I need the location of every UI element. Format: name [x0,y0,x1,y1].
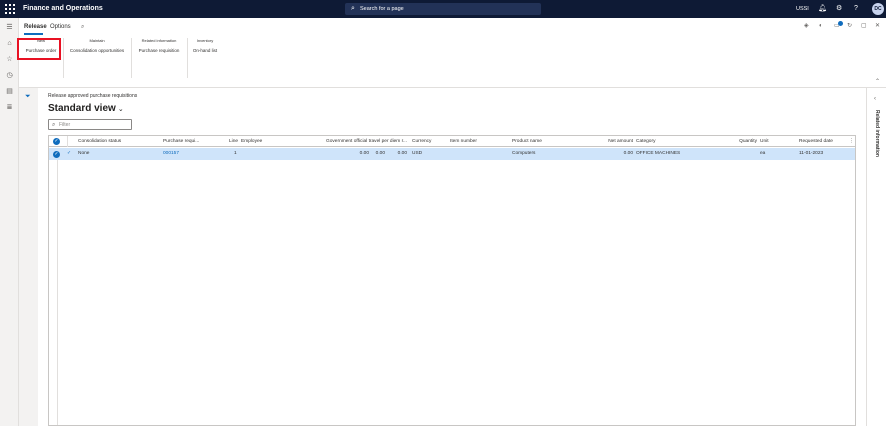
office-icon[interactable]: ◐ [819,22,823,31]
tab-release[interactable]: Release [24,23,47,31]
column-header-line[interactable]: Line [229,136,238,147]
cell-currency: USD [412,151,423,156]
modules-list-icon[interactable]: ≣ [5,103,14,112]
view-selector[interactable]: Standard view ⌄ [48,102,124,116]
cell-govt-value-a: 0.00 [359,151,369,156]
search-icon: ⌕ [351,5,355,12]
group-title-inventory: Inventory [196,38,214,43]
cell-consolidation-status: None [78,151,90,156]
action-pane: Release Options ⌕ New Purchase order Mai… [17,18,886,88]
column-header-employee[interactable]: Employee [241,136,262,147]
highlight-box [17,38,61,60]
column-header-currency[interactable]: Currency [412,136,431,147]
consolidation-opportunities-button[interactable]: Consolidation opportunities [67,47,127,54]
cell-govt-value-c: 0.00 [397,151,407,156]
search-icon: ⌕ [52,122,56,128]
app-title[interactable]: Finance and Operations [23,4,103,14]
notification-badge [838,21,843,26]
action-search-icon[interactable]: ⌕ [81,23,84,31]
on-hand-list-button[interactable]: On-hand list [191,47,219,54]
requisitions-grid: ✓ Consolidation status Purchase requi...… [48,135,856,426]
purchase-requisition-button[interactable]: Purchase requisition [135,47,183,54]
cell-purchase-requisition-link[interactable]: 000157 [163,148,179,160]
select-all-checkbox[interactable]: ✓ [53,138,60,145]
group-divider [187,38,188,78]
home-icon[interactable]: ⌂ [5,39,14,48]
group-title-related-information: Related information [141,38,177,43]
related-information-panel[interactable]: ‹ Related information [866,88,886,426]
company-picker[interactable]: USSI [796,5,809,13]
chevron-down-icon: ⌄ [117,106,124,113]
group-maintain: Maintain Consolidation opportunities [67,38,127,78]
chevron-left-icon[interactable]: ‹ [874,95,876,103]
column-header-item-number[interactable]: Item number [450,136,477,147]
app-launcher-icon[interactable] [5,4,15,14]
column-header-government-per-diem[interactable]: Government official travel per diem r... [326,136,407,147]
column-divider [57,160,58,425]
top-nav-bar: Finance and Operations ⌕ Search for a pa… [0,0,886,18]
column-header-consolidation-status[interactable]: Consolidation status [78,136,121,147]
related-information-label: Related information [874,110,880,157]
group-related-information: Related information Purchase requisition [135,38,183,78]
group-divider [131,38,132,78]
column-header-product-name[interactable]: Product name [512,136,542,147]
cell-net-amount: 0.00 [623,151,633,156]
search-placeholder: Search for a page [360,6,404,12]
table-row[interactable]: ✓ ✓ None 000157 1 0.00 0.00 0.00 USD Com… [49,148,855,160]
global-search-box[interactable]: ⌕ Search for a page [345,3,541,15]
diamond-icon[interactable]: ◈ [804,22,809,31]
column-header-net-amount[interactable]: Net amount [597,136,633,147]
row-select-checkbox[interactable]: ✓ [53,150,60,158]
tab-options[interactable]: Options [50,23,71,31]
group-inventory: Inventory On-hand list [191,38,219,78]
popout-icon[interactable]: ▢ [861,22,867,31]
row-check-mark: ✓ [67,151,72,156]
group-title-maintain: Maintain [89,38,105,43]
star-icon[interactable]: ☆ [5,55,14,64]
more-options-icon[interactable]: ⋮ [849,138,854,145]
group-divider [63,38,64,78]
refresh-icon[interactable]: ↻ [847,22,852,31]
workspaces-icon[interactable]: ▤ [5,87,14,96]
page-title: Standard view [48,103,116,114]
bell-icon[interactable]: 🔔︎ [818,4,827,14]
collapse-chevron-icon[interactable]: ⌃ [875,79,880,85]
column-header-unit[interactable]: Unit [760,136,769,147]
column-header-category[interactable]: Category [636,136,655,147]
cell-unit: ea [760,151,766,156]
filter-input[interactable] [59,121,129,129]
hamburger-menu-icon[interactable]: ☰ [5,23,14,32]
cell-requested-date: 11-01-2023 [799,151,824,156]
clock-icon[interactable]: ◷ [5,71,14,80]
page-caption: Release approved purchase requisitions [48,93,138,99]
active-tab-indicator [24,33,43,35]
left-nav-rail: ☰ ⌂ ☆ ◷ ▤ ≣ [0,18,19,426]
cell-govt-value-b: 0.00 [375,151,385,156]
column-divider [67,136,68,147]
help-icon[interactable]: ? [854,4,858,14]
column-header-purchase-requisition[interactable]: Purchase requi... [163,136,199,147]
avatar[interactable]: DC [872,3,884,15]
column-header-requested-date[interactable]: Requested date [799,136,833,147]
cell-category: OFFICE MACHINES [636,151,681,156]
column-header-quantity[interactable]: Quantity [729,136,757,147]
filter-pane-icon[interactable]: ⏷ [25,92,31,101]
close-icon[interactable]: ✕ [875,22,880,31]
cell-product-name: Computers [512,151,536,156]
gear-icon[interactable]: ⚙ [836,4,842,14]
grid-header: ✓ Consolidation status Purchase requi...… [49,136,855,147]
cell-line: 1 [234,151,237,156]
filter-box[interactable]: ⌕ [48,119,132,130]
